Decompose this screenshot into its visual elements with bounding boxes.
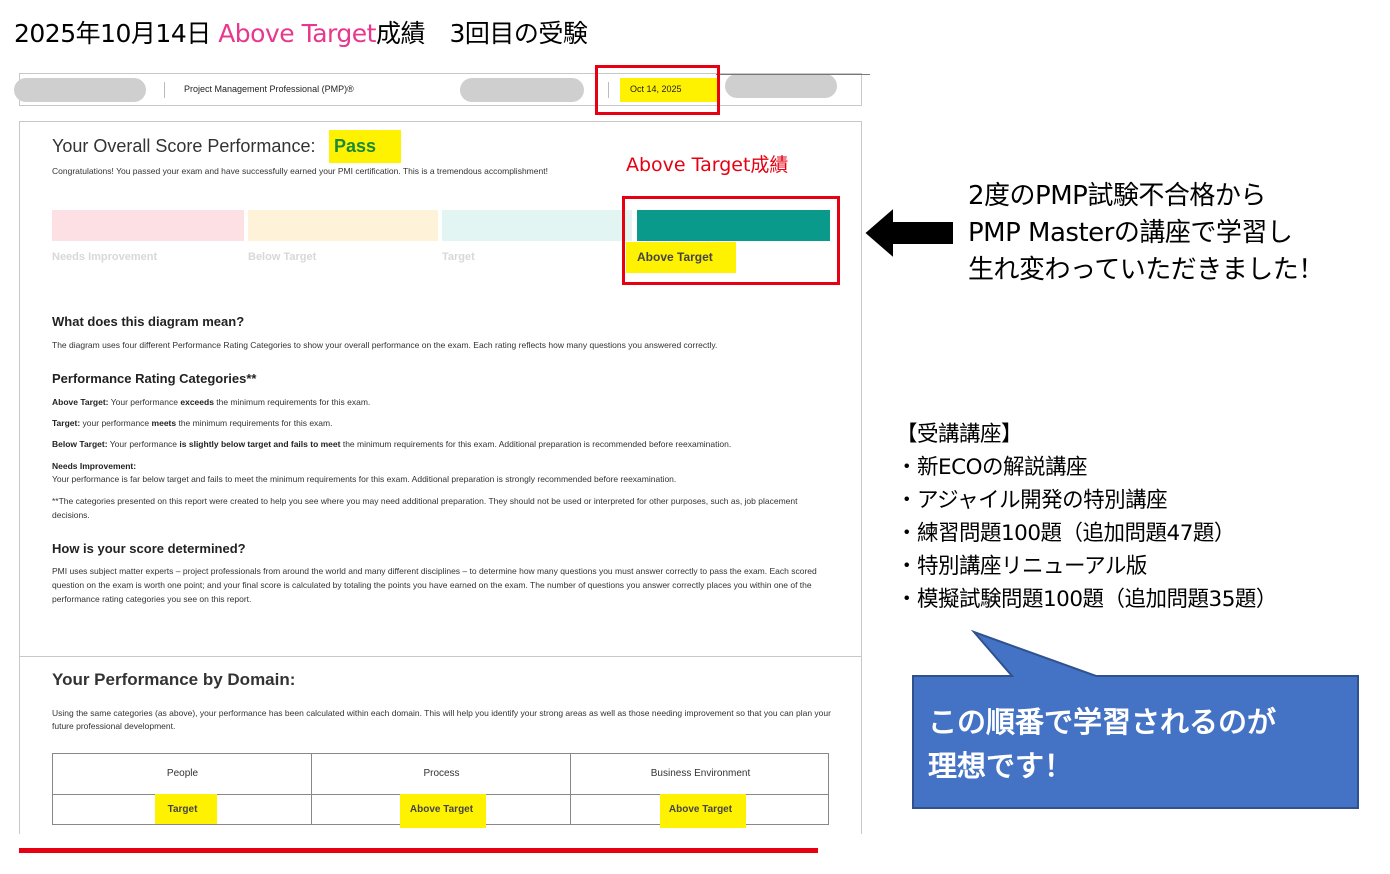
domain-table: People Process Business Environment Targ… [52,753,829,828]
course-item: ・特別講座リニューアル版 [896,554,1147,579]
redacted-name [14,78,146,102]
categories-heading: Performance Rating Categories** [52,371,257,386]
domain-header-business: Business Environment [650,768,751,779]
above-target-red-box [622,196,840,285]
title-prefix: 2025年10月14日 [14,19,219,48]
diagram-heading: What does this diagram mean? [52,314,245,329]
needs-improvement-label: Needs Improvement: [52,461,137,471]
redacted-id [460,78,584,102]
testimonial-message: 2度のPMP試験不合格から PMP Masterの講座で学習し 生れ変わっていた… [968,178,1324,289]
above-target-annotation: Above Target成績 [626,154,789,176]
label-below-target: Below Target [248,251,317,263]
report-header: Project Management Professional (PMP)® O… [14,73,862,106]
domain-header-process: Process [423,768,460,779]
bar-below-target [248,210,438,241]
title-highlight: Above Target [218,19,376,48]
message-line: 生れ変わっていただきました！ [968,255,1324,285]
below-target-definition: Below Target: Your performance is slight… [52,439,732,449]
domain-report: Your Performance by Domain: Using the sa… [19,656,862,834]
date-red-box [595,65,720,115]
slide-title: 2025年10月14日 Above Target成績 3回目の受験 [14,14,588,50]
header-divider [164,82,165,98]
domain-text: Using the same categories (as above), yo… [52,708,831,731]
target-definition: Target: your performance meets the minim… [52,418,333,428]
diagram-text: The diagram uses four different Performa… [52,340,718,350]
course-item: ・模擬試験問題100題（追加問題35題） [896,587,1277,612]
overall-score-label: Your Overall Score Performance: [52,136,316,156]
callout-line: この順番で学習されるのが [928,705,1277,739]
bar-needs-improvement [52,210,244,241]
exam-name: Project Management Professional (PMP)® [184,84,354,94]
congrats-text: Congratulations! You passed your exam an… [52,166,548,176]
course-item: ・練習問題100題（追加問題47題） [896,521,1235,546]
message-line: 2度のPMP試験不合格から [968,181,1266,211]
needs-improvement-definition: Your performance is far below target and… [52,474,677,484]
callout-line: 理想です！ [928,749,1074,783]
domain-result-process: Above Target [409,804,474,815]
label-needs-improvement: Needs Improvement [52,251,158,263]
score-heading: How is your score determined? [52,541,246,556]
domain-result-business: Above Target [668,804,733,815]
header-rule [716,74,870,75]
message-line: PMP Masterの講座で学習し [968,218,1293,248]
label-target: Target [442,251,475,263]
left-arrow-icon [862,205,955,261]
above-target-definition: Above Target: Your performance exceeds t… [52,397,371,407]
course-list: 【受講講座】 ・新ECOの解説講座 ・アジャイル開発の特別講座 ・練習問題100… [896,418,1277,616]
course-heading: 【受講講座】 [896,422,1023,447]
title-suffix: 成績 3回目の受験 [375,19,588,48]
overall-result: Pass [334,136,377,156]
score-text: PMI uses subject matter experts – projec… [52,566,817,604]
domain-header-people: People [166,768,199,779]
course-item: ・アジャイル開発の特別講座 [896,488,1168,513]
redacted-score-id [725,74,837,98]
red-underline [19,848,818,853]
bar-target [442,210,632,241]
categories-footnote: **The categories presented on this repor… [52,496,798,520]
domain-heading: Your Performance by Domain: [52,670,296,689]
callout-text: この順番で学習されるのが 理想です！ [928,700,1276,788]
domain-result-people: Target [167,804,198,815]
course-item: ・新ECOの解説講座 [896,455,1088,480]
